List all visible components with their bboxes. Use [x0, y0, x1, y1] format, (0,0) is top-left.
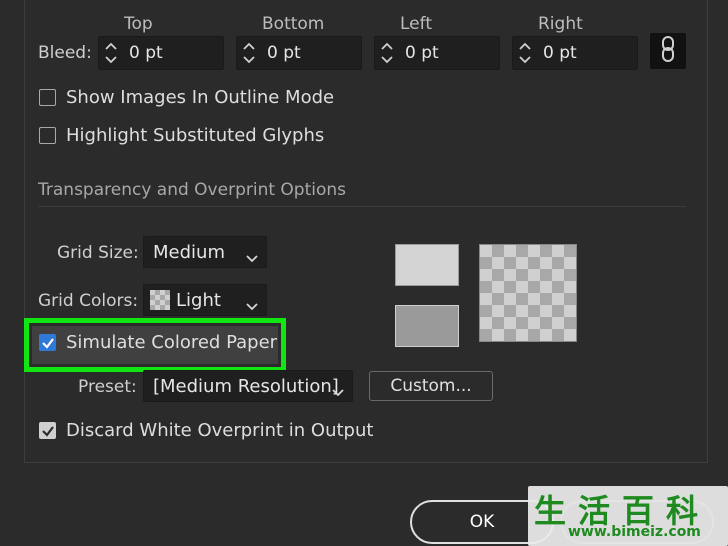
chevron-down-icon: [246, 248, 258, 267]
watermark: 生活百科 www.bimeiz.com: [528, 486, 728, 546]
highlight-glyphs-checkbox[interactable]: [39, 127, 56, 144]
spinner-arrows-icon[interactable]: [237, 37, 261, 69]
bleed-left-value[interactable]: 0 pt: [405, 43, 439, 63]
spinner-arrows-icon[interactable]: [375, 37, 399, 69]
grid-color-dark-swatch: [395, 305, 459, 347]
preset-label: Preset:: [78, 377, 137, 397]
discard-white-label[interactable]: Discard White Overprint in Output: [66, 420, 373, 441]
highlight-glyphs-label[interactable]: Highlight Substituted Glyphs: [66, 125, 324, 146]
bleed-label: Bleed:: [38, 43, 92, 63]
grid-size-dropdown[interactable]: Medium: [143, 236, 267, 268]
preset-dropdown[interactable]: [Medium Resolution]: [143, 370, 353, 402]
preset-value: [Medium Resolution]: [153, 376, 339, 397]
spinner-arrows-icon[interactable]: [513, 37, 537, 69]
grid-size-value: Medium: [153, 242, 225, 263]
bleed-left-spinner[interactable]: 0 pt: [374, 36, 500, 70]
chevron-down-icon: [246, 296, 258, 315]
bleed-bottom-spinner[interactable]: 0 pt: [236, 36, 362, 70]
chain-link-icon: [660, 35, 676, 67]
transparency-grid-preview: [479, 244, 577, 342]
custom-button[interactable]: Custom...: [369, 371, 493, 401]
spinner-arrows-icon[interactable]: [99, 37, 123, 69]
grid-colors-label: Grid Colors:: [38, 291, 139, 311]
bleed-bottom-label: Bottom: [262, 14, 325, 34]
grid-color-light-swatch: [395, 244, 459, 286]
grid-size-label: Grid Size:: [57, 243, 139, 263]
grid-color-swatch-icon: [150, 290, 170, 310]
highlight-outline: [24, 318, 286, 372]
watermark-url: www.bimeiz.com: [568, 524, 701, 540]
checkmark-icon: [42, 426, 54, 437]
bleed-top-spinner[interactable]: 0 pt: [98, 36, 224, 70]
show-images-outline-checkbox[interactable]: [39, 89, 56, 106]
bleed-bottom-value[interactable]: 0 pt: [267, 43, 301, 63]
link-bleed-button[interactable]: [650, 33, 686, 69]
section-divider: [38, 206, 686, 207]
bleed-right-label: Right: [538, 14, 583, 34]
transparency-section-title: Transparency and Overprint Options: [38, 180, 347, 200]
discard-white-checkbox[interactable]: [39, 422, 56, 439]
bleed-top-value[interactable]: 0 pt: [129, 43, 163, 63]
bleed-left-label: Left: [400, 14, 432, 34]
bleed-right-spinner[interactable]: 0 pt: [512, 36, 638, 70]
bleed-top-label: Top: [124, 14, 153, 34]
bleed-right-value[interactable]: 0 pt: [543, 43, 577, 63]
show-images-outline-label[interactable]: Show Images In Outline Mode: [66, 87, 334, 108]
grid-colors-dropdown[interactable]: Light: [143, 284, 267, 316]
grid-colors-value: Light: [176, 290, 221, 311]
chevron-down-icon: [332, 382, 344, 401]
